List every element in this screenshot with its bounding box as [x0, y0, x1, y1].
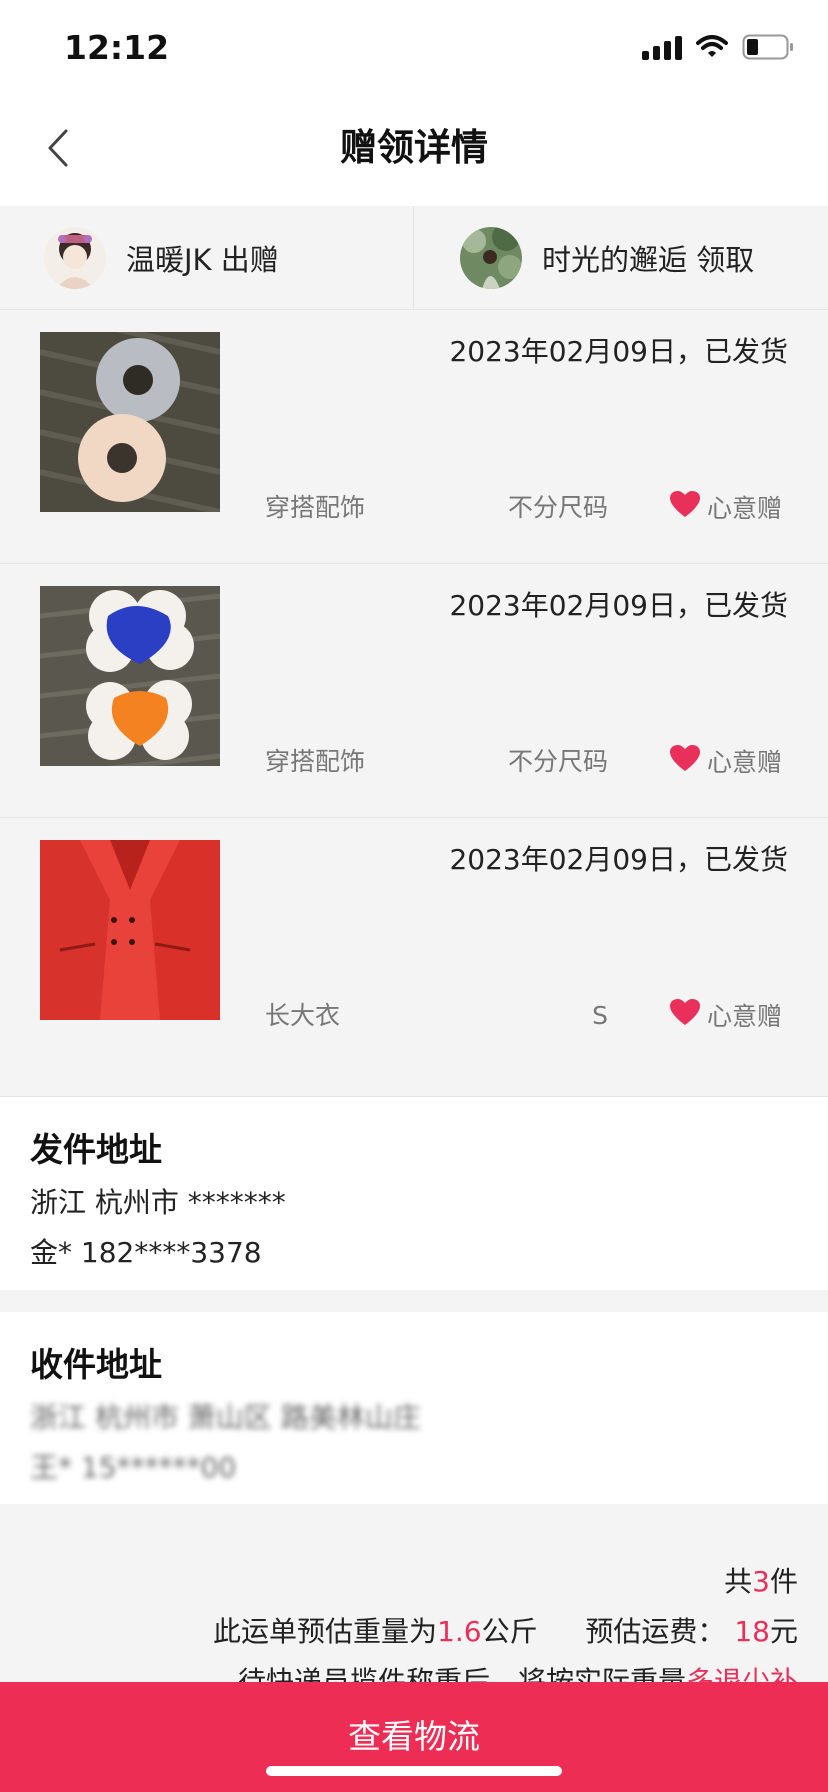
status-bar: 12:12 [0, 0, 828, 100]
item-category: 长大衣 [265, 1001, 341, 1030]
gift-item[interactable]: 2023年02月09日，已发货 穿搭配饰 不分尺码 心意赠 [0, 564, 828, 818]
receiver-address-section: 收件地址 浙江 杭州市 萧山区 路美林山庄 王* 15******00 [0, 1312, 828, 1504]
users-row: 温暖JK 出赠 时光的邂逅 领取 [0, 206, 828, 310]
item-size: S [592, 1001, 608, 1030]
receiver-avatar [460, 227, 522, 289]
item-category: 穿搭配饰 [265, 493, 366, 522]
gift-detail-area: 温暖JK 出赠 时光的邂逅 领取 2023年02月09日，已发货 穿搭配饰 不分… [0, 206, 828, 1096]
giver-avatar [44, 227, 106, 289]
item-tag-label: 心意赠 [706, 748, 782, 777]
item-tag-label: 心意赠 [706, 1002, 782, 1031]
page-title: 赠领详情 [340, 126, 488, 169]
sender-address-section: 发件地址 浙江 杭州市 ******* 金* 182****3378 [0, 1096, 828, 1290]
item-count-value: 3 [752, 1565, 770, 1598]
gift-item[interactable]: 2023年02月09日，已发货 穿搭配饰 不分尺码 心意赠 [0, 310, 828, 564]
item-size: 不分尺码 [507, 747, 608, 776]
receiver-name: 时光的邂逅 领取 [542, 243, 755, 277]
item-image-scrunchies [40, 332, 220, 512]
giver-user[interactable]: 温暖JK 出赠 [0, 206, 414, 310]
heart-icon [669, 744, 701, 782]
receiver-address-title: 收件地址 [30, 1345, 162, 1384]
gift-item[interactable]: 2023年02月09日，已发货 长大衣 S 心意赠 [0, 818, 828, 1072]
battery-icon [742, 34, 794, 60]
home-indicator [266, 1766, 562, 1776]
sender-address-line: 浙江 杭州市 ******* [30, 1186, 286, 1219]
shipping-summary: 共3件 此运单预估重量为1.6公斤 预估运费： 18元 待快递员揽件称重后，将按… [0, 1504, 828, 1698]
heart-icon [669, 998, 701, 1036]
receiver-address-line: 浙江 杭州市 萧山区 路美林山庄 [30, 1401, 421, 1434]
receiver-user[interactable]: 时光的邂逅 领取 [414, 206, 828, 310]
item-date-status: 2023年02月09日，已发货 [449, 843, 788, 876]
item-size: 不分尺码 [507, 493, 608, 522]
cellular-signal-icon [642, 34, 682, 60]
weight-value: 1.6 [437, 1615, 482, 1648]
item-tag-label: 心意赠 [706, 494, 782, 523]
receiver-contact: 王* 15******00 [30, 1451, 237, 1484]
fee-value: 18 [734, 1615, 770, 1648]
nav-bar: 赠领详情 [0, 100, 828, 206]
giver-name: 温暖JK 出赠 [126, 243, 279, 277]
sender-address-title: 发件地址 [30, 1130, 162, 1169]
section-divider [0, 1290, 828, 1312]
item-category: 穿搭配饰 [265, 747, 366, 776]
status-time: 12:12 [64, 28, 170, 67]
wifi-icon [696, 35, 728, 59]
item-count: 共3件 [724, 1565, 798, 1598]
item-image-red-coat [40, 840, 220, 1020]
item-tag: 心意赠 [669, 998, 782, 1036]
item-tag: 心意赠 [669, 744, 782, 782]
item-tag: 心意赠 [669, 490, 782, 528]
heart-icon [669, 490, 701, 528]
item-image-hair-clips [40, 586, 220, 766]
item-date-status: 2023年02月09日，已发货 [449, 589, 788, 622]
status-icons [642, 34, 794, 60]
item-date-status: 2023年02月09日，已发货 [449, 335, 788, 368]
weight-fee-line: 此运单预估重量为1.6公斤 预估运费： 18元 [213, 1615, 798, 1648]
sender-contact: 金* 182****3378 [30, 1236, 262, 1269]
